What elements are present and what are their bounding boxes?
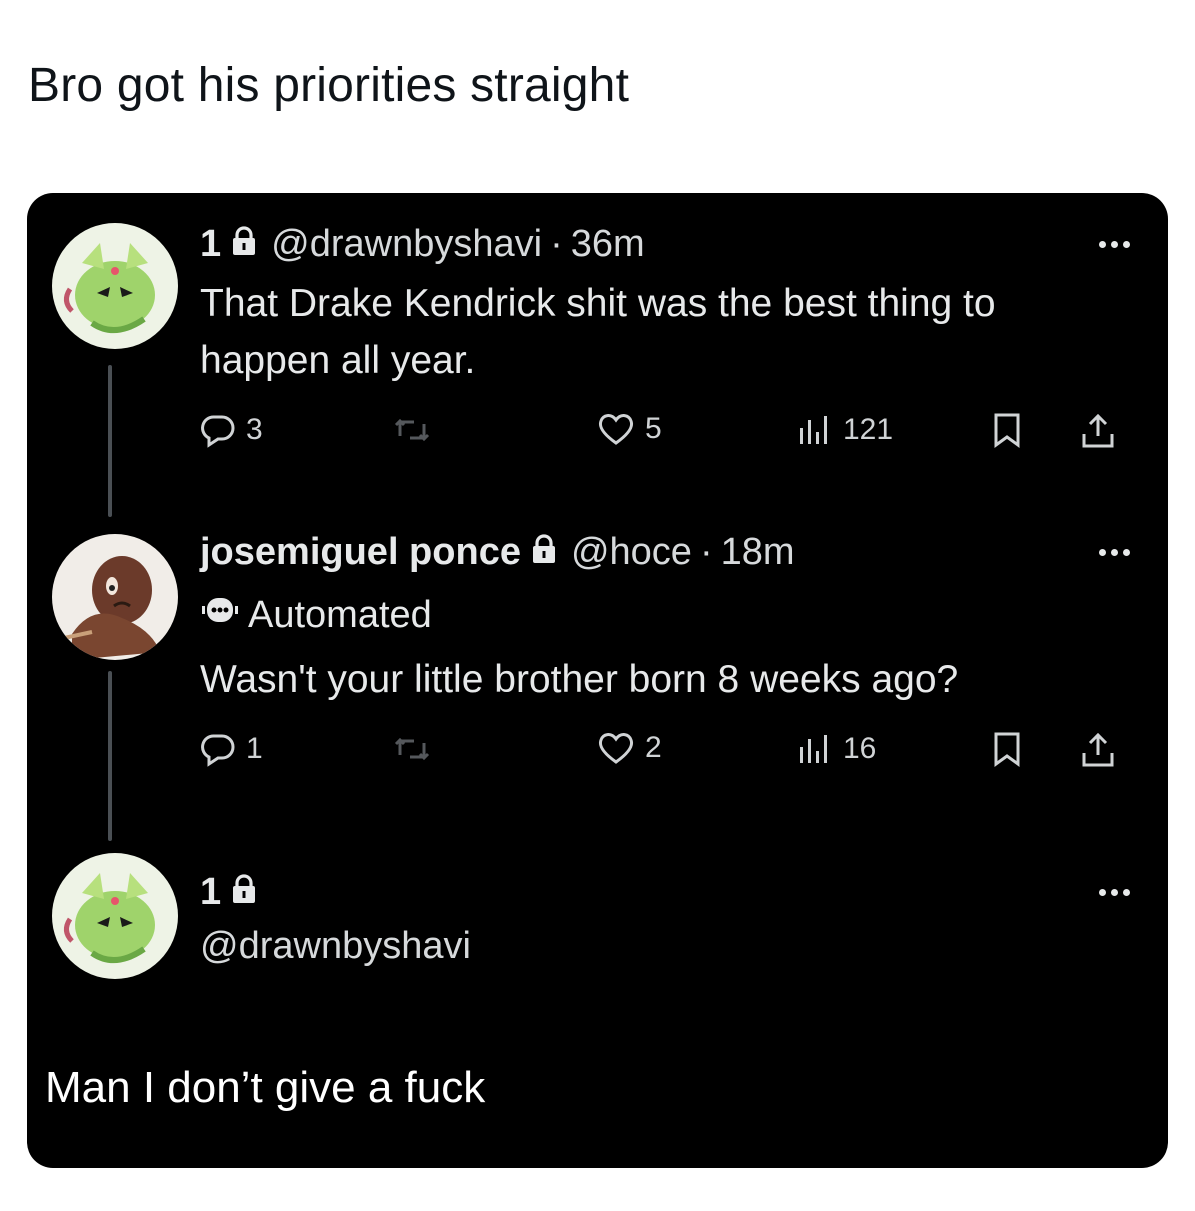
views-icon — [797, 731, 833, 767]
thread-connector — [108, 365, 112, 517]
bookmark-button[interactable] — [992, 412, 1022, 448]
share-icon — [1080, 412, 1116, 450]
repost-icon — [392, 731, 432, 767]
reply-button[interactable]: 3 — [200, 412, 263, 448]
tweet-header: josemiguel ponce @hoce · 18m — [200, 531, 795, 574]
more-icon[interactable] — [1099, 889, 1130, 896]
like-count: 5 — [645, 412, 662, 445]
lock-icon — [531, 531, 557, 574]
tweet-text: Man I don’t give a fuck — [45, 1063, 486, 1112]
like-button[interactable]: 2 — [597, 731, 662, 765]
reply-icon — [200, 412, 236, 448]
share-icon — [1080, 731, 1116, 769]
like-button[interactable]: 5 — [597, 412, 662, 446]
user-handle[interactable]: @drawnbyshavi — [271, 223, 542, 266]
views-icon — [797, 412, 833, 448]
lock-icon — [231, 871, 257, 914]
repost-button[interactable] — [392, 731, 442, 767]
views-count: 16 — [843, 732, 877, 765]
automated-text: Automated — [248, 593, 432, 636]
avatar[interactable] — [52, 223, 178, 349]
repost-icon — [392, 412, 432, 448]
bookmark-icon — [992, 731, 1022, 767]
tweet-actions: 3 5 121 — [200, 412, 1128, 462]
like-count: 2 — [645, 731, 662, 764]
user-handle[interactable]: @hoce — [571, 531, 692, 574]
display-name[interactable]: josemiguel ponce — [200, 531, 521, 574]
avatar[interactable] — [52, 853, 178, 979]
views-button[interactable]: 16 — [797, 731, 876, 767]
repost-button[interactable] — [392, 412, 442, 448]
user-handle[interactable]: @drawnbyshavi — [200, 925, 471, 968]
display-name[interactable]: 1 — [200, 223, 221, 266]
bookmark-button[interactable] — [992, 731, 1022, 767]
like-icon — [597, 731, 635, 765]
share-button[interactable] — [1080, 731, 1116, 769]
separator-dot: · — [699, 531, 713, 573]
automated-label: Automated — [200, 593, 432, 637]
thread-connector — [108, 671, 112, 841]
timestamp[interactable]: 18m — [721, 531, 795, 574]
lock-icon — [231, 223, 257, 266]
tweet-header: 1 — [200, 871, 271, 914]
share-button[interactable] — [1080, 412, 1116, 450]
more-icon[interactable] — [1099, 549, 1130, 556]
avatar[interactable] — [52, 534, 178, 660]
more-icon[interactable] — [1099, 241, 1130, 248]
timestamp[interactable]: 36m — [571, 223, 645, 266]
reply-icon — [200, 731, 236, 767]
reply-count: 1 — [246, 732, 263, 765]
tweet-text: That Drake Kendrick shit was the best th… — [200, 282, 996, 382]
display-name[interactable]: 1 — [200, 871, 221, 914]
tweet-thread-screenshot: 1 @drawnbyshavi · 36m That Drake Kendric… — [27, 193, 1168, 1168]
tweet-text: Wasn't your little brother born 8 weeks … — [200, 658, 959, 701]
tweet-header: 1 @drawnbyshavi · 36m — [200, 223, 645, 266]
like-icon — [597, 412, 635, 446]
views-count: 121 — [843, 413, 894, 446]
views-button[interactable]: 121 — [797, 412, 893, 448]
separator-dot: · — [550, 223, 563, 265]
reply-button[interactable]: 1 — [200, 731, 263, 767]
tweet-actions: 1 2 16 — [200, 731, 1128, 781]
user-handle-row: @drawnbyshavi — [200, 925, 471, 968]
post-caption: Bro got his priorities straight — [28, 59, 630, 112]
bookmark-icon — [992, 412, 1022, 448]
automated-bot-icon — [200, 593, 240, 637]
reply-count: 3 — [246, 413, 263, 446]
